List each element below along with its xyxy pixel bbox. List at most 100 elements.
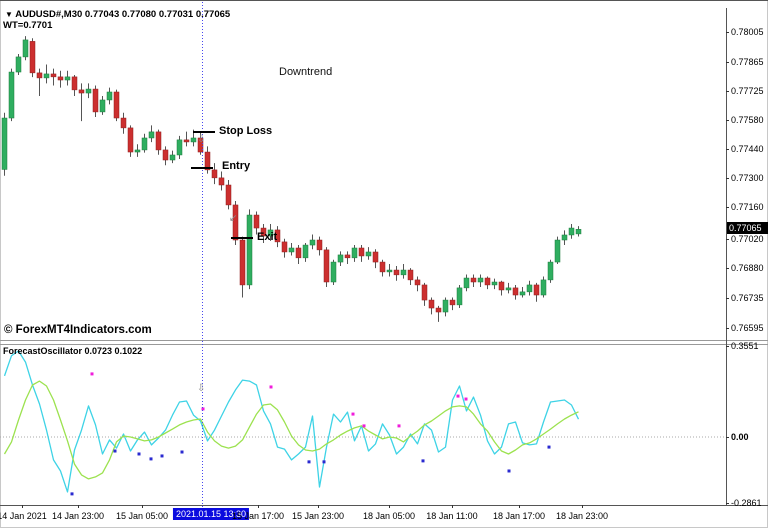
stop-loss-line[interactable] [193,131,215,133]
candle [23,40,28,57]
candle [576,229,581,234]
candle [30,41,35,72]
time-tick-mark [78,505,79,508]
candle [44,74,49,78]
candle [373,252,378,262]
exit-label[interactable]: Exit [257,231,277,243]
time-tick-mark [389,505,390,508]
candle [121,118,126,128]
candle [520,292,525,295]
price-chart-canvas[interactable] [0,8,726,341]
time-axis-border [0,505,768,506]
price-tick-mark [726,268,729,269]
candle [170,155,175,160]
current-price-badge: 0.77065 [727,222,768,234]
candle [562,235,567,240]
oscillator-tick-mark [726,503,729,504]
blue-signal-dot [181,451,184,454]
magenta-signal-dot [352,413,355,416]
price-tick-mark [726,91,729,92]
candle [359,248,364,256]
indicator-value-text: WT=0.7701 [3,20,52,31]
candle [408,270,413,280]
candle [65,77,70,80]
candle [9,72,14,118]
time-tick-label: 14 Jan 2021 [0,511,47,521]
time-tick-label: 18 Jan 17:00 [493,511,545,521]
candle [324,250,329,282]
time-tick-label: 18 Jan 23:00 [556,511,608,521]
candlestick-series [2,40,581,312]
candle [387,270,392,272]
entry-line[interactable] [191,167,213,169]
candle [499,282,504,290]
chart-top-border [0,0,768,1]
blue-signal-dot [71,492,74,495]
candle-wicks [5,36,579,322]
exit-pointer-arrow-icon: ↙ [229,214,237,224]
candle [380,262,385,272]
price-tick-label: 0.77440 [731,144,764,154]
entry-label[interactable]: Entry [222,160,250,172]
time-tick-mark [318,505,319,508]
magenta-signal-dot [270,385,273,388]
price-tick-label: 0.77160 [731,202,764,212]
candle [247,215,252,285]
candle [37,73,42,78]
candle [429,300,434,308]
candle [212,170,217,178]
candle [156,132,161,150]
candle [282,242,287,252]
candle [100,100,105,112]
time-tick-label: 18 Jan 05:00 [363,511,415,521]
price-tick-mark [726,62,729,63]
collapse-triangle-icon[interactable]: ▼ [5,10,13,19]
candle [303,245,308,258]
forecast-oscillator-fast-line [5,351,579,492]
time-tick-mark [519,505,520,508]
oscillator-tick-mark [726,346,729,347]
price-tick-label: 0.76595 [731,323,764,333]
candle [191,138,196,142]
time-cursor-line [202,2,203,507]
exit-line[interactable] [231,237,253,239]
magenta-signal-dot [91,372,94,375]
time-tick-label: 14 Jan 23:00 [52,511,104,521]
candle [51,74,56,77]
candle [506,288,511,290]
candle [289,248,294,252]
candle [317,240,322,250]
candle [177,140,182,155]
oscillator-title: ForecastOscillator 0.0723 0.1022 [3,346,142,356]
blue-signal-dot [508,469,511,472]
stop-loss-label[interactable]: Stop Loss [219,125,272,137]
candle [541,280,546,295]
price-tick-mark [726,207,729,208]
candle [184,140,189,142]
forecast-oscillator-signal-line [5,381,579,479]
oscillator-canvas[interactable] [0,344,726,505]
mt4-chart-window: ▼ AUDUSD#,M30 0.77043 0.77080 0.77031 0.… [0,0,768,528]
magenta-signal-dot [465,398,468,401]
price-tick-mark [726,149,729,150]
blue-signal-dot [161,454,164,457]
candle [478,278,483,282]
oscillator-tick-label: 0.00 [731,432,749,442]
blue-signal-dot [548,446,551,449]
price-tick-mark [726,298,729,299]
candle [331,262,336,282]
candle [352,248,357,258]
blue-signal-dot [323,460,326,463]
oscillator-tick-label: -0.2861 [731,498,762,508]
candle [240,240,245,285]
candle [128,128,133,152]
downtrend-label[interactable]: Downtrend [279,66,332,78]
candle [548,262,553,280]
price-axis-border [726,8,727,505]
candle [492,282,497,285]
candle [527,285,532,292]
candle [72,77,77,90]
candle [534,285,539,295]
candle [226,185,231,205]
candle [219,178,224,185]
